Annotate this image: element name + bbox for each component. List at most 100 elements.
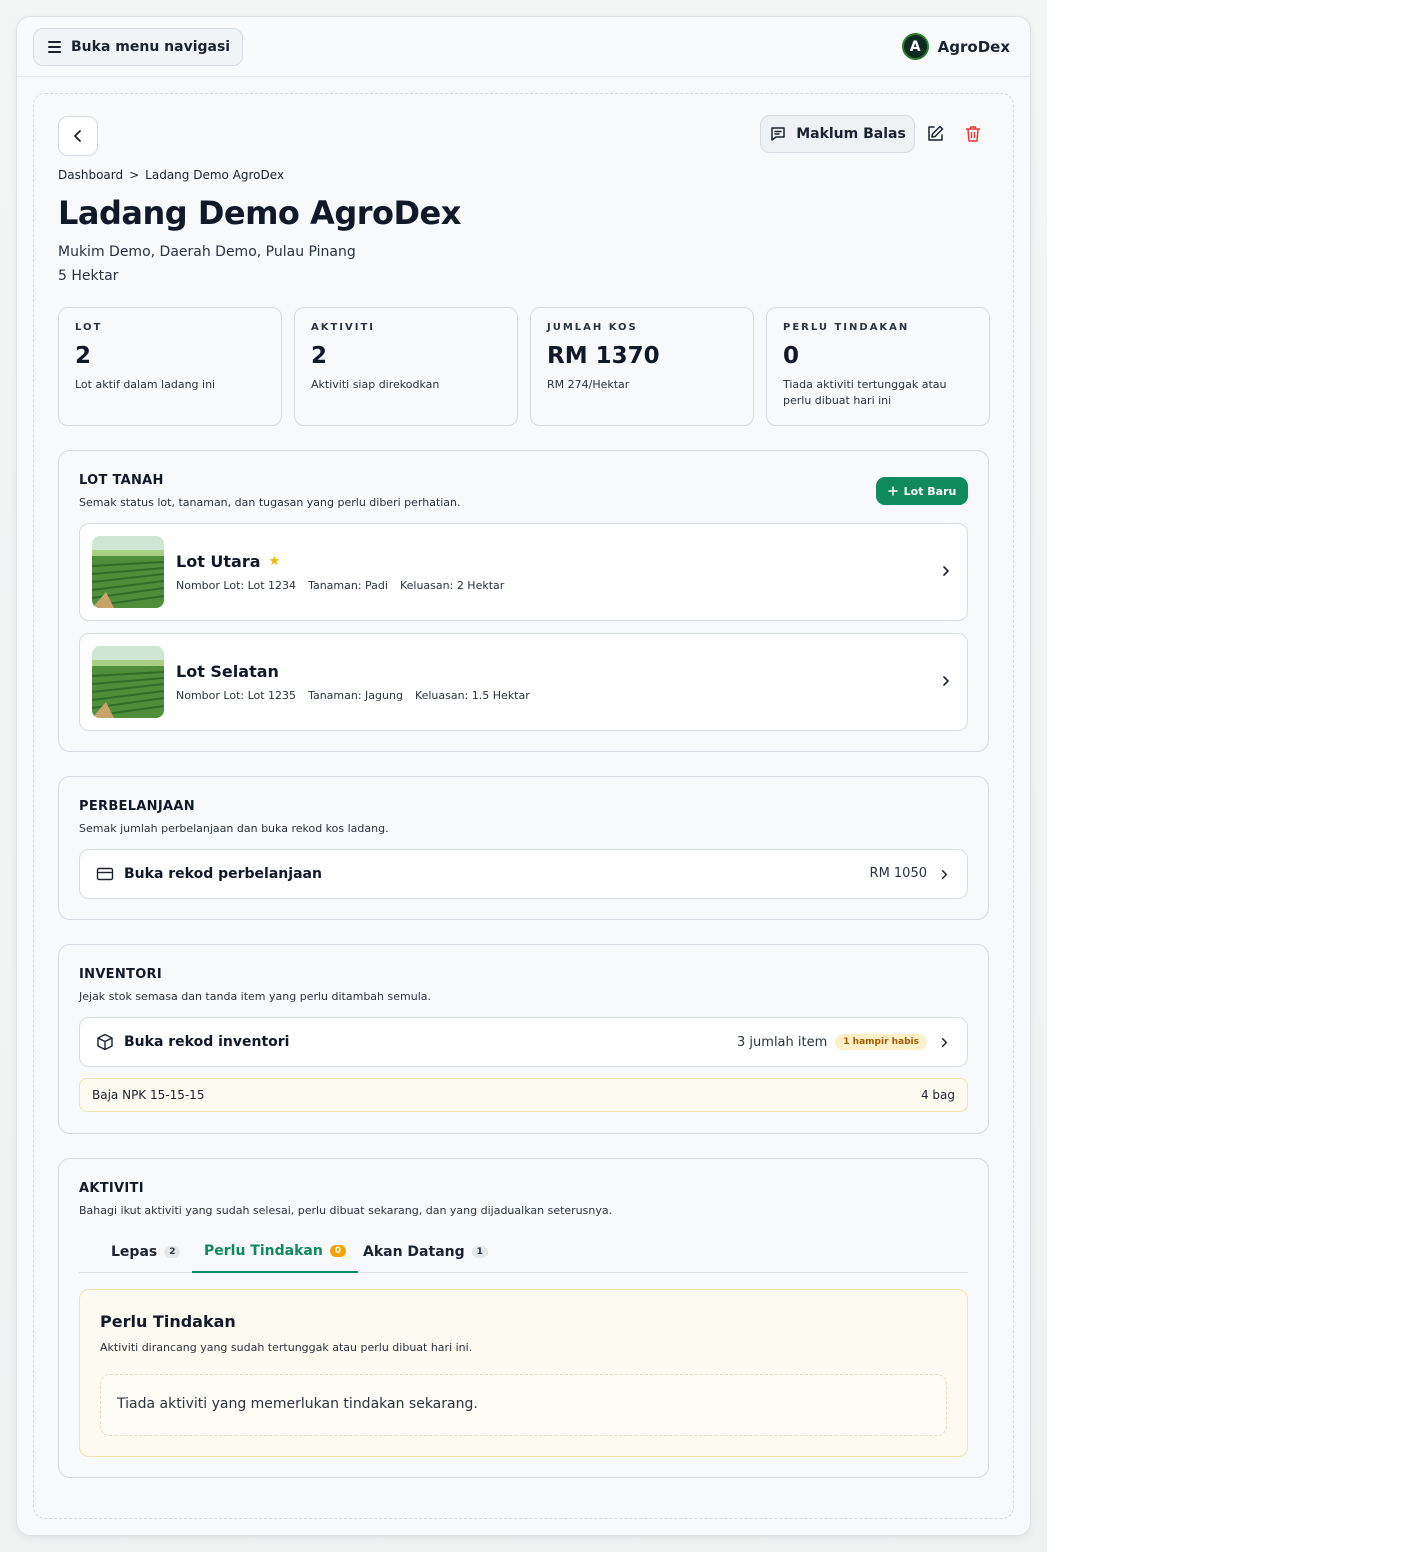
new-lot-label: Lot Baru [903,484,957,498]
tab-count: 1 [471,1246,488,1258]
lot-crop: Tanaman: Padi [308,579,388,592]
section-title: INVENTORI [79,967,163,982]
chevron-left-icon [74,130,81,142]
lot-crop: Tanaman: Jagung [308,689,403,702]
stat-value: 2 [75,343,92,369]
stat-label: LOT [75,322,103,333]
stat-label: PERLU TINDAKAN [783,322,910,333]
expenses-total: RM 1050 [869,866,927,881]
action-needed-panel: Perlu Tindakan Aktiviti dirancang yang s… [79,1289,968,1457]
expenses-section: PERBELANJAAN Semak jumlah perbelanjaan d… [58,776,989,920]
breadcrumb-dashboard[interactable]: Dashboard [58,168,123,182]
inventory-count: 3 jumlah item [737,1034,828,1050]
stat-desc: Tiada aktiviti tertunggak atau perlu dib… [783,378,947,407]
open-expenses-label: Buka rekod perbelanjaan [124,866,322,882]
lot-card[interactable]: Lot Utara ★ Nombor Lot: Lot 1234 Tanaman… [79,523,968,621]
box-icon [97,1033,113,1051]
message-icon [771,127,785,141]
tab-label: Akan Datang [363,1244,465,1260]
activities-section: AKTIVITI Bahagi ikut aktiviti yang sudah… [58,1158,989,1478]
stock-item-name: Baja NPK 15-15-15 [92,1088,205,1102]
brand[interactable]: A AgroDex [901,33,1010,60]
hamburger-icon [48,40,61,53]
lot-name-text: Lot Utara [176,552,261,571]
stat-desc: RM 274/Hektar [547,378,630,391]
feedback-label: Maklum Balas [796,126,906,142]
feedback-button[interactable]: Maklum Balas [760,115,915,153]
tab-count: 2 [164,1246,181,1258]
open-navigation-label: Buka menu navigasi [71,38,231,55]
activity-tabs: Lepas 2 Perlu Tindakan 0 Akan Datang 1 [79,1231,968,1273]
trash-icon[interactable] [963,124,983,144]
lot-number: Nombor Lot: Lot 1235 [176,689,297,702]
inventory-summary: 3 jumlah item 1 hampir habis [737,1034,927,1050]
land-lots-section: LOT TANAH Semak status lot, tanaman, dan… [58,450,989,752]
tab-past[interactable]: Lepas 2 [99,1231,192,1273]
low-stock-item: Baja NPK 15-15-15 4 bag [79,1078,968,1112]
edit-icon[interactable] [925,124,945,144]
stat-card-activities: AKTIVITI 2 Aktiviti siap direkodkan [294,307,518,426]
tab-label: Perlu Tindakan [204,1243,323,1259]
lot-area: Keluasan: 1.5 Hektar [414,689,530,702]
stat-card-action-needed: PERLU TINDAKAN 0 Tiada aktiviti tertungg… [766,307,990,426]
farm-area: 5 Hektar [58,268,119,284]
page-title: Ladang Demo AgroDex [58,194,461,232]
tab-upcoming[interactable]: Akan Datang 1 [351,1231,500,1273]
low-stock-badge: 1 hampir habis [835,1034,927,1050]
star-icon: ★ [268,554,281,569]
stat-label: JUMLAH KOS [547,322,638,333]
panel-desc: Aktiviti dirancang yang sudah tertunggak… [100,1341,473,1354]
lot-meta: Nombor Lot: Lot 1234 Tanaman: Padi Kelua… [176,579,504,592]
lot-name-text: Lot Selatan [176,662,279,681]
lot-name: Lot Utara ★ [176,552,280,571]
breadcrumb-current: Ladang Demo AgroDex [145,168,285,182]
panel-title: Perlu Tindakan [100,1312,236,1331]
lot-image [92,646,164,718]
top-bar: Buka menu navigasi A AgroDex [17,17,1030,77]
lot-image [92,536,164,608]
tab-label: Lepas [111,1244,158,1260]
stat-desc: Lot aktif dalam ladang ini [75,378,216,391]
brand-logo: A [901,33,929,60]
stat-card-total-cost: JUMLAH KOS RM 1370 RM 274/Hektar [530,307,754,426]
inventory-section: INVENTORI Jejak stok semasa dan tanda it… [58,944,989,1134]
lot-area: Keluasan: 2 Hektar [399,579,505,592]
new-lot-button[interactable]: Lot Baru [876,477,968,505]
stat-card-lot: LOT 2 Lot aktif dalam ladang ini [58,307,282,426]
tab-count: 0 [329,1245,347,1257]
breadcrumb: Dashboard > Ladang Demo AgroDex [58,168,284,182]
lot-number: Nombor Lot: Lot 1234 [176,579,297,592]
app-window: Buka menu navigasi A AgroDex Maklum Bala… [16,16,1031,1536]
section-desc: Jejak stok semasa dan tanda item yang pe… [79,990,431,1003]
tab-action-needed[interactable]: Perlu Tindakan 0 [192,1231,359,1273]
section-desc: Semak jumlah perbelanjaan dan buka rekod… [79,822,389,835]
stat-value: 0 [783,343,800,369]
chevron-right-icon [943,566,949,576]
lot-card[interactable]: Lot Selatan Nombor Lot: Lot 1235 Tanaman… [79,633,968,731]
stat-desc: Aktiviti siap direkodkan [311,378,440,391]
empty-state: Tiada aktiviti yang memerlukan tindakan … [100,1374,947,1436]
open-inventory-link[interactable]: Buka rekod inventori 3 jumlah item 1 ham… [79,1017,968,1067]
breadcrumb-separator: > [129,168,140,182]
section-desc: Semak status lot, tanaman, dan tugasan y… [79,496,461,509]
plus-icon [887,486,898,496]
section-title: PERBELANJAAN [79,799,195,814]
stat-value: 2 [311,343,328,369]
open-navigation-button[interactable]: Buka menu navigasi [33,27,244,66]
open-expenses-link[interactable]: Buka rekod perbelanjaan RM 1050 [79,849,968,899]
chevron-right-icon [941,1038,948,1047]
back-button[interactable] [58,116,98,156]
credit-card-icon [96,867,114,881]
stats-row: LOT 2 Lot aktif dalam ladang ini AKTIVIT… [58,307,990,426]
farm-location: Mukim Demo, Daerah Demo, Pulau Pinang [58,244,356,260]
farm-detail-panel: Maklum Balas Dashboard > Ladang Demo Agr… [33,93,1014,1519]
lot-meta: Nombor Lot: Lot 1235 Tanaman: Jagung Kel… [176,689,530,702]
lot-name: Lot Selatan [176,662,279,681]
chevron-right-icon [943,676,949,686]
stat-label: AKTIVITI [311,322,376,333]
section-title: AKTIVITI [79,1181,144,1196]
section-title: LOT TANAH [79,473,164,488]
section-desc: Bahagi ikut aktiviti yang sudah selesai,… [79,1204,613,1217]
stock-item-qty: 4 bag [920,1088,955,1102]
chevron-right-icon [941,870,948,879]
